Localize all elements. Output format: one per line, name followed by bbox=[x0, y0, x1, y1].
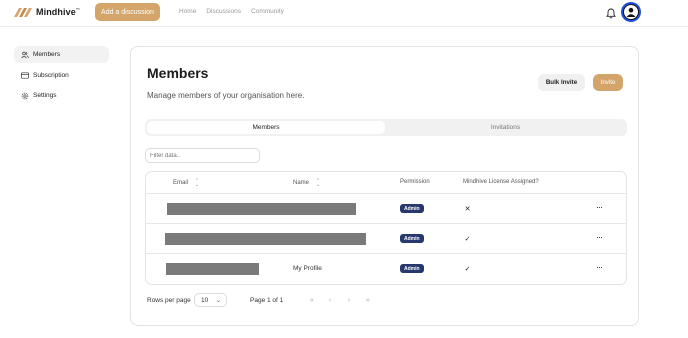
sidebar-item-settings[interactable]: Settings bbox=[14, 87, 109, 104]
top-nav: Home Discussions Community bbox=[179, 8, 294, 15]
tabs: Members Invitations bbox=[145, 119, 627, 136]
invite-button[interactable]: Invite bbox=[593, 74, 623, 91]
members-table: Email ⌃ ⌄ Name ⌃ ⌄ Permission Mindhive Lic… bbox=[145, 171, 627, 285]
redacted-email bbox=[165, 233, 366, 245]
column-label: Mindhive License Assigned? bbox=[463, 179, 539, 185]
next-page-button[interactable]: › bbox=[342, 293, 356, 307]
redacted-email bbox=[166, 263, 259, 275]
last-page-button[interactable]: » bbox=[361, 293, 375, 307]
table-header: Email ⌃ ⌄ Name ⌃ ⌄ Permission Mindhive Lic… bbox=[146, 172, 626, 194]
bell-icon[interactable] bbox=[606, 6, 616, 19]
more-actions-icon[interactable]: ··· bbox=[596, 232, 603, 242]
sidebar-item-subscription[interactable]: Subscription bbox=[14, 67, 109, 84]
permission-badge: Admin bbox=[400, 204, 424, 213]
column-label: Name bbox=[293, 180, 310, 186]
logo-text: Mindhive™ bbox=[36, 7, 80, 17]
sidebar-item-label: Subscription bbox=[33, 71, 69, 79]
pagination: Rows per page 10 ⌄ Page 1 of 1 « ‹ › » bbox=[147, 293, 627, 309]
nav-discussions[interactable]: Discussions bbox=[206, 8, 241, 15]
bulk-invite-button[interactable]: Bulk Invite bbox=[538, 74, 585, 91]
users-icon bbox=[21, 51, 29, 59]
members-card: Members Manage members of your organisat… bbox=[130, 46, 639, 326]
page-info: Page 1 of 1 bbox=[250, 297, 284, 304]
nav-home[interactable]: Home bbox=[179, 8, 196, 15]
credit-card-icon bbox=[21, 71, 29, 79]
column-license: Mindhive License Assigned? bbox=[463, 179, 539, 185]
sidebar: Members Subscription Settings bbox=[14, 46, 109, 108]
more-actions-icon[interactable]: ··· bbox=[596, 202, 603, 212]
sidebar-item-label: Settings bbox=[33, 92, 57, 99]
user-avatar-icon[interactable] bbox=[621, 2, 641, 22]
gear-icon bbox=[21, 92, 29, 100]
sidebar-item-label: Members bbox=[33, 51, 61, 58]
column-name[interactable]: Name ⌃ ⌄ bbox=[293, 179, 320, 188]
nav-community[interactable]: Community bbox=[251, 8, 284, 15]
rows-per-page-label: Rows per page bbox=[147, 297, 191, 304]
logo[interactable]: Mindhive™ bbox=[14, 5, 80, 19]
redacted-email bbox=[167, 203, 356, 215]
column-label: Permission bbox=[400, 179, 430, 185]
top-bar: Mindhive™ Add a discussion Home Discussi… bbox=[0, 0, 688, 27]
page-subtitle: Manage members of your organisation here… bbox=[147, 91, 305, 100]
license-check-icon: ✓ bbox=[464, 265, 471, 273]
permission-badge: Admin bbox=[400, 264, 424, 273]
column-label: Email bbox=[173, 180, 189, 186]
rows-per-page-select[interactable]: 10 ⌄ bbox=[194, 293, 227, 307]
tab-members[interactable]: Members bbox=[147, 121, 385, 134]
table-row: Admin ✕ ··· bbox=[146, 194, 626, 224]
sort-icon[interactable]: ⌃ ⌄ bbox=[195, 179, 199, 188]
prev-page-button[interactable]: ‹ bbox=[323, 293, 337, 307]
sort-icon[interactable]: ⌃ ⌄ bbox=[316, 179, 320, 188]
table-row: Admin ✓ ··· bbox=[146, 224, 626, 254]
tab-invitations[interactable]: Invitations bbox=[386, 121, 625, 134]
chevron-down-icon: ⌄ bbox=[215, 298, 221, 304]
column-email[interactable]: Email ⌃ ⌄ bbox=[173, 179, 199, 188]
first-page-button[interactable]: « bbox=[305, 293, 319, 307]
rows-per-page-value: 10 bbox=[201, 296, 209, 304]
mindhive-logo-icon bbox=[14, 7, 32, 17]
table-row: My Profile Admin ✓ ··· bbox=[146, 254, 626, 284]
license-cross-icon: ✕ bbox=[464, 205, 471, 213]
member-name: My Profile bbox=[293, 265, 322, 272]
license-check-icon: ✓ bbox=[464, 235, 471, 243]
more-actions-icon[interactable]: ··· bbox=[596, 262, 603, 272]
sidebar-item-members[interactable]: Members bbox=[14, 46, 109, 63]
column-permission: Permission bbox=[400, 179, 430, 185]
filter-input[interactable] bbox=[145, 148, 260, 163]
permission-badge: Admin bbox=[400, 234, 424, 243]
page-title: Members bbox=[147, 65, 209, 81]
add-discussion-button[interactable]: Add a discussion bbox=[95, 3, 160, 21]
